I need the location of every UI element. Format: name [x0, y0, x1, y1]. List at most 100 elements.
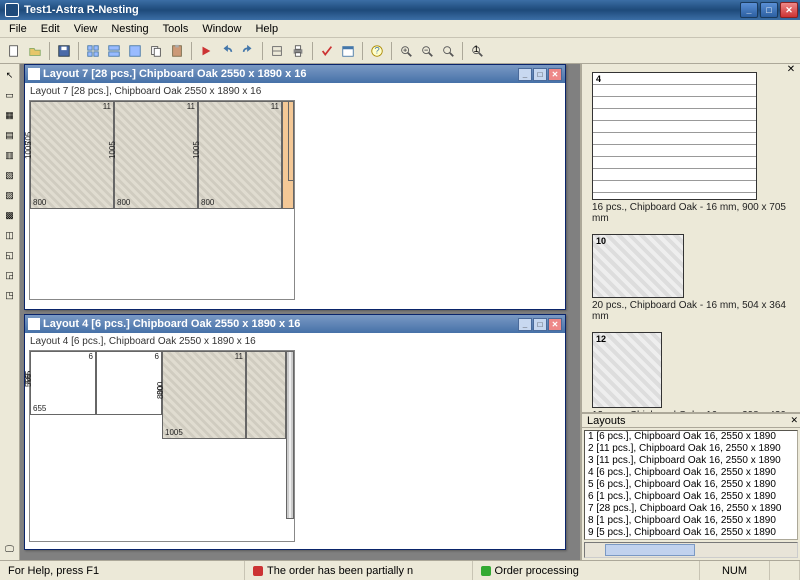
menu-file[interactable]: File — [2, 21, 34, 37]
flag-red-icon — [253, 566, 263, 576]
status-help: For Help, press F1 — [0, 561, 245, 580]
play-icon[interactable] — [196, 41, 216, 61]
panel-f-icon[interactable]: ▨ — [1, 186, 19, 204]
layout-grid2-icon[interactable] — [104, 41, 124, 61]
toolbar-sep — [262, 42, 263, 60]
mdi-area: Layout 7 [28 pcs.] Chipboard Oak 2550 x … — [20, 64, 580, 560]
layouts-header-text: Layouts — [587, 415, 626, 427]
child-maximize-button[interactable]: □ — [533, 318, 547, 331]
scrollbar-thumb[interactable] — [605, 544, 695, 556]
menu-help[interactable]: Help — [248, 21, 285, 37]
layout-item[interactable]: 4 [6 pcs.], Chipboard Oak 16, 2550 x 189… — [585, 467, 797, 479]
layout-item[interactable]: 9 [5 pcs.], Chipboard Oak 16, 2550 x 189… — [585, 527, 797, 539]
child-title: Layout 4 [6 pcs.] Chipboard Oak 2550 x 1… — [43, 318, 518, 330]
layout-item[interactable]: 7 [28 pcs.], Chipboard Oak 16, 2550 x 18… — [585, 503, 797, 515]
menu-window[interactable]: Window — [195, 21, 248, 37]
screen-icon[interactable]: 🖵 — [1, 540, 19, 558]
zoom-reset-icon[interactable]: 1 — [467, 41, 487, 61]
main-toolbar: ? 1 — [0, 38, 800, 64]
nesting-sheet[interactable]: 6285 6285 6285 4705900 705900 2720 2720 … — [29, 100, 295, 300]
child-titlebar[interactable]: Layout 4 [6 pcs.] Chipboard Oak 2550 x 1… — [25, 315, 565, 333]
menu-tools[interactable]: Tools — [156, 21, 196, 37]
layouts-scrollbar[interactable] — [584, 542, 798, 558]
close-button[interactable]: ✕ — [780, 2, 798, 18]
help-icon[interactable]: ? — [367, 41, 387, 61]
zoom-in-icon[interactable] — [396, 41, 416, 61]
copy-icon[interactable] — [146, 41, 166, 61]
tool-a-icon[interactable] — [267, 41, 287, 61]
arrow-icon[interactable]: ↖ — [1, 66, 19, 84]
calendar-icon[interactable] — [338, 41, 358, 61]
child-close-button[interactable]: ✕ — [548, 318, 562, 331]
layouts-close-icon[interactable]: ✕ — [790, 415, 798, 426]
svg-text:?: ? — [374, 45, 379, 56]
panel-e-icon[interactable]: ▧ — [1, 166, 19, 184]
work-area: ↖ ▭ ▦ ▤ ▥ ▧ ▨ ▩ ◫ ◱ ◲ ◳ 🖵 Layout 7 [28 p… — [0, 64, 800, 560]
status-processing: Order processing — [473, 561, 700, 580]
child-caption: Layout 7 [28 pcs.], Chipboard Oak 2550 x… — [27, 85, 563, 98]
part-thumb[interactable]: 4 — [592, 72, 757, 200]
child-minimize-button[interactable]: _ — [518, 318, 532, 331]
new-icon[interactable] — [4, 41, 24, 61]
print-icon[interactable] — [288, 41, 308, 61]
layout-item[interactable]: 8 [1 pcs.], Chipboard Oak 16, 2550 x 189… — [585, 515, 797, 527]
layout-item[interactable]: 1 [6 pcs.], Chipboard Oak 16, 2550 x 189… — [585, 431, 797, 443]
minimize-button[interactable]: _ — [740, 2, 758, 18]
child-titlebar[interactable]: Layout 7 [28 pcs.] Chipboard Oak 2550 x … — [25, 65, 565, 83]
layout-icon — [28, 68, 40, 80]
layout-item[interactable]: 6 [1 pcs.], Chipboard Oak 16, 2550 x 189… — [585, 491, 797, 503]
panel-c-icon[interactable]: ▤ — [1, 126, 19, 144]
app-title: Test1-Astra R-Nesting — [22, 4, 740, 16]
toolbar-sep — [78, 42, 79, 60]
open-icon[interactable] — [25, 41, 45, 61]
child-title: Layout 7 [28 pcs.] Chipboard Oak 2550 x … — [43, 68, 518, 80]
app-icon — [5, 3, 19, 17]
child-caption: Layout 4 [6 pcs.], Chipboard Oak 2550 x … — [27, 335, 563, 348]
panel-close-icon[interactable]: ✕ — [784, 64, 798, 76]
menu-edit[interactable]: Edit — [34, 21, 67, 37]
part-thumb[interactable]: 10 — [592, 234, 684, 298]
flag-green-icon — [481, 566, 491, 576]
panel-k-icon[interactable]: ◳ — [1, 286, 19, 304]
nesting-sheet[interactable]: 6285 6285 720 14 6565655 6565655 6566655… — [29, 350, 295, 542]
layout-grid3-icon[interactable] — [125, 41, 145, 61]
undo-icon[interactable] — [217, 41, 237, 61]
layouts-list[interactable]: 1 [6 pcs.], Chipboard Oak 16, 2550 x 189… — [584, 430, 798, 540]
child-close-button[interactable]: ✕ — [548, 68, 562, 81]
maximize-button[interactable]: □ — [760, 2, 778, 18]
right-panel: ✕ 4 16 pcs., Chipboard Oak - 16 mm, 900 … — [580, 64, 800, 560]
zoom-fit-icon[interactable] — [438, 41, 458, 61]
check-icon[interactable] — [317, 41, 337, 61]
menu-view[interactable]: View — [67, 21, 105, 37]
child-maximize-button[interactable]: □ — [533, 68, 547, 81]
panel-a-icon[interactable]: ▭ — [1, 86, 19, 104]
layout-item[interactable]: 5 [6 pcs.], Chipboard Oak 16, 2550 x 189… — [585, 479, 797, 491]
menu-nesting[interactable]: Nesting — [104, 21, 155, 37]
save-icon[interactable] — [54, 41, 74, 61]
layout-window-7[interactable]: Layout 7 [28 pcs.] Chipboard Oak 2550 x … — [24, 64, 566, 310]
status-order: The order has been partially n — [245, 561, 472, 580]
panel-i-icon[interactable]: ◱ — [1, 246, 19, 264]
child-minimize-button[interactable]: _ — [518, 68, 532, 81]
panel-b-icon[interactable]: ▦ — [1, 106, 19, 124]
panel-j-icon[interactable]: ◲ — [1, 266, 19, 284]
svg-text:1: 1 — [473, 44, 478, 55]
title-bar: Test1-Astra R-Nesting _ □ ✕ — [0, 0, 800, 20]
layout-window-4[interactable]: Layout 4 [6 pcs.] Chipboard Oak 2550 x 1… — [24, 314, 566, 550]
layout-grid1-icon[interactable] — [83, 41, 103, 61]
redo-icon[interactable] — [238, 41, 258, 61]
panel-h-icon[interactable]: ◫ — [1, 226, 19, 244]
child-body: Layout 7 [28 pcs.], Chipboard Oak 2550 x… — [25, 83, 565, 304]
part-label: 20 pcs., Chipboard Oak - 16 mm, 504 x 36… — [592, 300, 790, 322]
layout-item[interactable]: 3 [11 pcs.], Chipboard Oak 16, 2550 x 18… — [585, 455, 797, 467]
toolbar-sep — [391, 42, 392, 60]
layout-item[interactable]: 2 [11 pcs.], Chipboard Oak 16, 2550 x 18… — [585, 443, 797, 455]
panel-d-icon[interactable]: ▥ — [1, 146, 19, 164]
paste-icon[interactable] — [167, 41, 187, 61]
menu-bar: File Edit View Nesting Tools Window Help — [0, 20, 800, 38]
parts-list[interactable]: 4 16 pcs., Chipboard Oak - 16 mm, 900 x … — [582, 64, 800, 412]
part-thumb[interactable]: 12 — [592, 332, 662, 408]
toolbar-sep — [462, 42, 463, 60]
zoom-out-icon[interactable] — [417, 41, 437, 61]
panel-g-icon[interactable]: ▩ — [1, 206, 19, 224]
